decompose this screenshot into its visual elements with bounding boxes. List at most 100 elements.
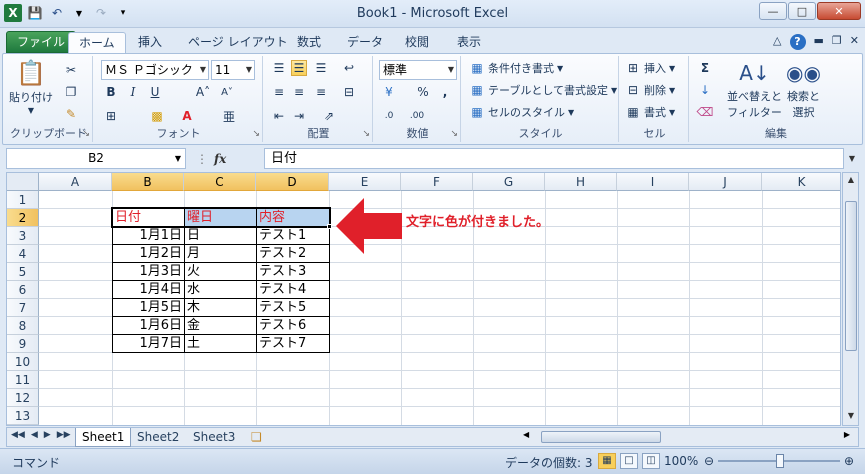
help-icon[interactable]: ? xyxy=(789,34,806,50)
find-select-button[interactable]: ◉◉ 検索と 選択 xyxy=(786,58,821,120)
vertical-scrollbar[interactable]: ▲ ▼ xyxy=(842,172,859,426)
tab-insert[interactable]: 挿入 xyxy=(128,32,172,53)
wrap-text-icon[interactable]: ↩ xyxy=(341,60,357,76)
zoom-level[interactable]: 100% xyxy=(664,454,698,468)
clear-icon[interactable]: ⌫ xyxy=(697,104,714,120)
cut-icon[interactable]: ✂ xyxy=(63,62,79,78)
select-all-corner[interactable] xyxy=(7,173,39,191)
formula-input[interactable]: 日付 xyxy=(264,148,844,169)
copy-icon[interactable]: ❐ xyxy=(63,84,79,100)
row-header-13[interactable]: 13 xyxy=(7,407,39,425)
close-button[interactable]: ✕ xyxy=(817,2,861,20)
sort-filter-button[interactable]: A↓ 並べ替えと フィルター xyxy=(727,58,782,120)
column-header-b[interactable]: B xyxy=(112,173,184,191)
row-header-10[interactable]: 10 xyxy=(7,353,39,371)
font-size-combo[interactable]: 11 ▼ xyxy=(211,60,255,80)
column-header-k[interactable]: K xyxy=(762,173,840,191)
scroll-up-icon[interactable]: ▲ xyxy=(845,175,857,187)
alignment-launcher-icon[interactable]: ↘ xyxy=(362,129,370,139)
underline-icon[interactable]: U xyxy=(147,84,163,100)
zoom-track[interactable] xyxy=(718,454,840,468)
column-header-f[interactable]: F xyxy=(401,173,473,191)
workbook-close-icon[interactable]: ✕ xyxy=(850,34,859,50)
orientation-icon[interactable]: ⇗ xyxy=(321,108,337,124)
row-header-4[interactable]: 4 xyxy=(7,245,39,263)
horizontal-scrollbar[interactable]: ◀ ▶ xyxy=(519,430,854,445)
comma-icon[interactable]: , xyxy=(437,84,453,100)
format-painter-icon[interactable]: ✎ xyxy=(63,106,79,122)
next-sheet-icon[interactable]: ▶ xyxy=(44,430,51,440)
bold-icon[interactable]: B xyxy=(103,84,119,100)
insert-function-icon[interactable]: fx xyxy=(214,152,226,166)
scroll-right-icon[interactable]: ▶ xyxy=(844,430,850,439)
row-header-9[interactable]: 9 xyxy=(7,335,39,353)
row-header-5[interactable]: 5 xyxy=(7,263,39,281)
page-layout-view-icon[interactable]: □ xyxy=(620,453,638,469)
format-cells-button[interactable]: ▦ 書式 ▼ xyxy=(625,104,675,120)
percent-icon[interactable]: % xyxy=(415,84,431,100)
vertical-scroll-thumb[interactable] xyxy=(845,201,857,351)
insert-sheet-icon[interactable]: ❏ xyxy=(245,428,268,447)
row-header-2[interactable]: 2 xyxy=(7,209,39,227)
maximize-button[interactable]: □ xyxy=(788,2,816,20)
column-header-i[interactable]: I xyxy=(617,173,689,191)
first-sheet-icon[interactable]: ◀◀ xyxy=(11,430,25,440)
autosum-icon[interactable]: Σ xyxy=(697,60,713,76)
scroll-left-icon[interactable]: ◀ xyxy=(523,430,529,439)
decrease-decimal-icon[interactable]: .00 xyxy=(409,108,425,124)
merge-center-icon[interactable]: ⊟ xyxy=(341,84,357,100)
tab-formulas[interactable]: 数式 xyxy=(287,32,331,53)
tab-file[interactable]: ファイル xyxy=(6,31,77,53)
workbook-restore-icon[interactable]: ❐ xyxy=(832,34,842,50)
tab-review[interactable]: 校閲 xyxy=(395,32,439,53)
sheet-tab-3[interactable]: Sheet3 xyxy=(187,428,241,447)
tab-page-layout[interactable]: ページ レイアウト xyxy=(178,32,298,53)
row-header-1[interactable]: 1 xyxy=(7,191,39,209)
minimize-button[interactable]: — xyxy=(759,2,787,20)
row-header-8[interactable]: 8 xyxy=(7,317,39,335)
column-header-a[interactable]: A xyxy=(39,173,112,191)
font-color-icon[interactable]: A xyxy=(179,108,195,124)
expand-formula-icon[interactable]: ▼ xyxy=(845,148,859,169)
increase-decimal-icon[interactable]: .0 xyxy=(381,108,397,124)
scroll-down-icon[interactable]: ▼ xyxy=(845,411,857,423)
align-top-icon[interactable]: ☰ xyxy=(271,60,287,76)
number-format-combo[interactable]: 標準 ▼ xyxy=(379,60,457,80)
align-right-icon[interactable]: ≡ xyxy=(313,84,329,100)
row-header-12[interactable]: 12 xyxy=(7,389,39,407)
row-header-7[interactable]: 7 xyxy=(7,299,39,317)
workbook-minimize-icon[interactable]: ▬ xyxy=(814,34,824,50)
format-as-table-button[interactable]: ▦ テーブルとして書式設定 ▼ xyxy=(469,82,617,98)
page-break-view-icon[interactable]: ◫ xyxy=(642,453,660,469)
phonetic-icon[interactable]: 亜 xyxy=(221,108,237,124)
cell-styles-button[interactable]: ▦ セルのスタイル ▼ xyxy=(469,104,574,120)
grow-font-icon[interactable]: A˄ xyxy=(195,84,211,100)
increase-indent-icon[interactable]: ⇥ xyxy=(291,108,307,124)
font-name-combo[interactable]: ＭＳ Ｐゴシック ▼ xyxy=(101,60,209,80)
name-box[interactable]: B2 ▼ xyxy=(6,148,186,169)
conditional-formatting-button[interactable]: ▦ 条件付き書式 ▼ xyxy=(469,60,563,76)
minimize-ribbon-icon[interactable]: △ xyxy=(773,34,781,50)
align-center-icon[interactable]: ≡ xyxy=(291,84,307,100)
column-header-j[interactable]: J xyxy=(689,173,762,191)
prev-sheet-icon[interactable]: ◀ xyxy=(31,430,38,440)
paste-button[interactable]: 📋 貼り付け ▼ xyxy=(9,58,53,115)
row-header-3[interactable]: 3 xyxy=(7,227,39,245)
column-header-e[interactable]: E xyxy=(329,173,401,191)
column-header-g[interactable]: G xyxy=(473,173,545,191)
shrink-font-icon[interactable]: A˅ xyxy=(219,84,235,100)
column-header-c[interactable]: C xyxy=(184,173,256,191)
row-header-11[interactable]: 11 xyxy=(7,371,39,389)
sheet-tab-2[interactable]: Sheet2 xyxy=(131,428,185,447)
tab-data[interactable]: データ xyxy=(337,32,393,53)
sheet-tab-1[interactable]: Sheet1 xyxy=(75,428,132,447)
last-sheet-icon[interactable]: ▶▶ xyxy=(57,430,71,440)
column-header-h[interactable]: H xyxy=(545,173,617,191)
zoom-slider[interactable]: ⊖ ⊕ xyxy=(704,453,854,469)
column-header-d[interactable]: D xyxy=(256,173,329,191)
fill-handle[interactable] xyxy=(327,224,332,229)
align-left-icon[interactable]: ≡ xyxy=(271,84,287,100)
tab-view[interactable]: 表示 xyxy=(447,32,491,53)
zoom-in-icon[interactable]: ⊕ xyxy=(844,454,854,468)
delete-cells-button[interactable]: ⊟ 削除 ▼ xyxy=(625,82,675,98)
